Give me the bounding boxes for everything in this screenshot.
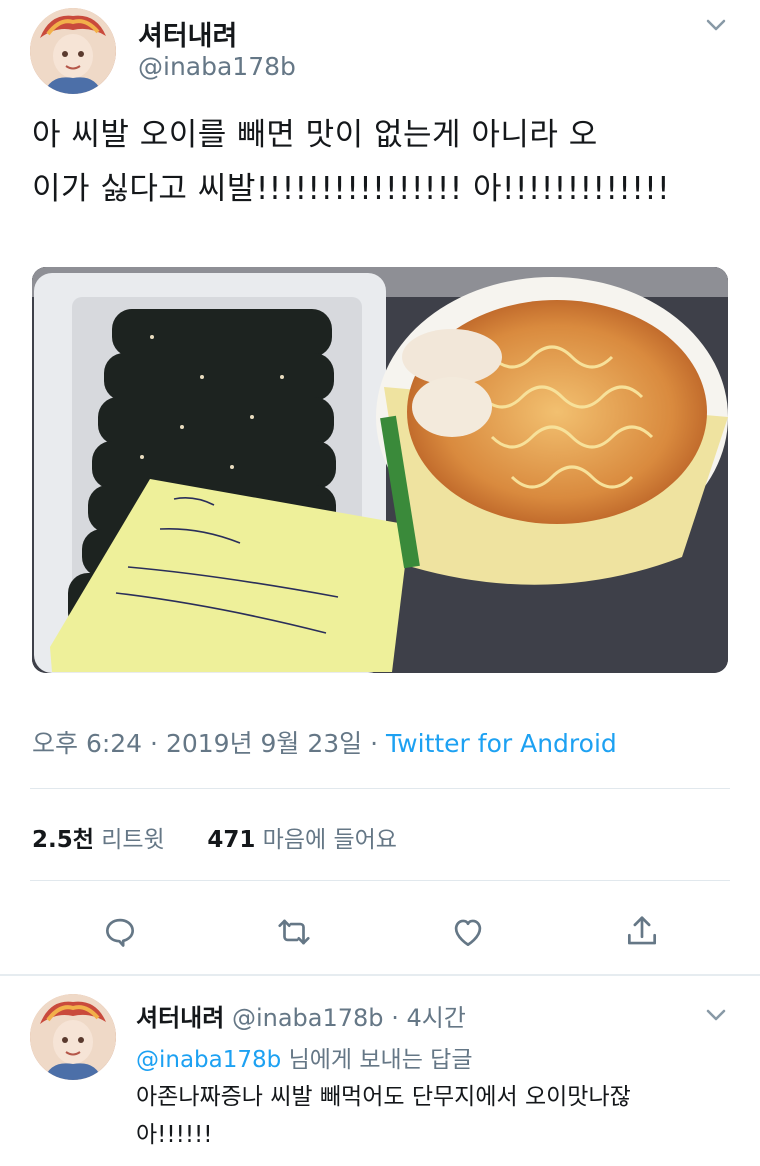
avatar-illustration	[30, 8, 116, 94]
retweet-label: 리트윗	[101, 827, 165, 853]
chevron-down-icon[interactable]	[700, 1002, 732, 1028]
retweet-button[interactable]	[272, 910, 316, 954]
like-button[interactable]	[446, 910, 490, 954]
like-label: 마음에 들어요	[262, 827, 397, 853]
reply-header: 셔터내려 @inaba178b · 4시간	[136, 998, 466, 1033]
tweet-photo[interactable]	[32, 267, 728, 673]
tweet-source-link[interactable]: Twitter for Android	[386, 729, 617, 758]
chevron-down-icon[interactable]	[700, 12, 732, 38]
replying-to: @inaba178b 님에게 보내는 답글	[136, 1040, 472, 1074]
reply-button[interactable]	[98, 910, 142, 954]
like-count: 471	[207, 827, 256, 853]
meta-separator: ·	[370, 729, 379, 758]
section-separator	[0, 974, 760, 976]
divider	[30, 788, 730, 789]
like-icon	[454, 919, 482, 947]
reply-author-avatar[interactable]	[30, 994, 116, 1080]
reply-text: 아존나짜증나 씨발 빼먹어도 단무지에서 오이맛나잖 아!!!!!!	[136, 1078, 736, 1154]
reply-icon	[105, 918, 135, 947]
like-stat[interactable]: 471 마음에 들어요	[207, 827, 397, 853]
tweet-stats: 2.5천 리트윗 471 마음에 들어요	[32, 820, 397, 854]
retweet-stat[interactable]: 2.5천 리트윗	[32, 827, 165, 853]
author-display-name[interactable]: 셔터내려	[138, 14, 237, 53]
replying-to-handle[interactable]: @inaba178b	[136, 1047, 281, 1073]
share-button[interactable]	[620, 910, 664, 954]
tweet-time: 오후 6:24	[32, 729, 143, 758]
replying-to-suffix: 님에게 보내는 답글	[288, 1047, 473, 1073]
tweet-text: 아 씨발 오이를 빼면 맛이 없는게 아니라 오 이가 싫다고 씨발!!!!!!…	[32, 108, 752, 216]
retweet-count: 2.5천	[32, 827, 94, 853]
author-avatar[interactable]	[30, 8, 116, 94]
divider	[30, 880, 730, 881]
tweet-text-line: 이가 싫다고 씨발!!!!!!!!!!!!!!!! 아!!!!!!!!!!!!!	[32, 171, 671, 207]
reply-text-line: 아!!!!!!	[136, 1122, 213, 1148]
reply-handle[interactable]: @inaba178b	[232, 1004, 384, 1032]
tweet-text-line: 아 씨발 오이를 빼면 맛이 없는게 아니라 오	[32, 117, 598, 153]
share-icon	[627, 916, 657, 945]
author-handle[interactable]: @inaba178b	[138, 52, 296, 81]
avatar-illustration	[30, 994, 116, 1080]
tweet-timestamp: 오후 6:24 · 2019년 9월 23일 · Twitter for And…	[32, 724, 752, 760]
retweet-icon	[278, 919, 310, 945]
photo-illustration	[32, 267, 728, 673]
reply-age: · 4시간	[391, 1004, 466, 1032]
tweet-date: 2019년 9월 23일	[165, 729, 363, 758]
meta-separator: ·	[150, 729, 158, 758]
reply-text-line: 아존나짜증나 씨발 빼먹어도 단무지에서 오이맛나잖	[136, 1084, 631, 1110]
reply-display-name[interactable]: 셔터내려	[136, 1004, 224, 1032]
